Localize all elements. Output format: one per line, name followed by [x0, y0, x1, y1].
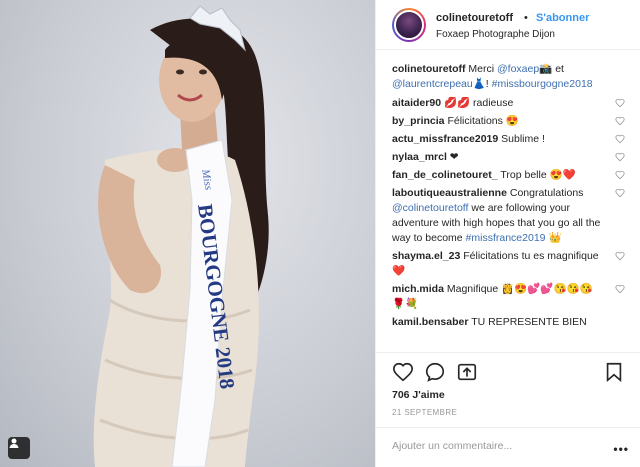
- hashtag-link[interactable]: #missfrance2019: [466, 232, 546, 244]
- post-sidebar: colinetouretoff • S'abonner Foxaep Photo…: [375, 0, 640, 467]
- comment-username[interactable]: shayma.el_23: [392, 250, 460, 262]
- more-options-icon[interactable]: •••: [613, 442, 629, 456]
- comment-item: laboutiqueaustralienne Congratulations @…: [392, 186, 625, 246]
- dress-emoji: 👗: [472, 78, 486, 90]
- action-bar: 706 J'aime 21 SEPTEMBRE •••: [376, 352, 640, 467]
- heart-icon[interactable]: [615, 134, 625, 149]
- likes-count[interactable]: 706 J'aime: [392, 389, 445, 401]
- comment-text: Congratulations: [509, 187, 584, 199]
- caption-text: Merci: [468, 63, 495, 75]
- post-photo[interactable]: BOURGOGNE 2018 Miss: [0, 0, 375, 467]
- comment-username[interactable]: fan_de_colinetouret_: [392, 169, 498, 181]
- header-username[interactable]: colinetouretoff: [436, 12, 513, 24]
- comment-item: nylaa_mrcl ❤: [392, 150, 625, 165]
- comment-text: Trop belle 😍❤️: [500, 169, 576, 181]
- photo-illustration: BOURGOGNE 2018 Miss: [93, 5, 269, 467]
- crown-emoji: 👑: [548, 232, 562, 244]
- comment-item: actu_missfrance2019 Sublime !: [392, 132, 625, 147]
- comment-text: 💋💋 radieuse: [443, 97, 514, 109]
- post-header: colinetouretoff • S'abonner Foxaep Photo…: [376, 0, 640, 50]
- post-date: 21 SEPTEMBRE: [392, 408, 458, 417]
- comment-username[interactable]: aitaider90: [392, 97, 441, 109]
- bookmark-icon[interactable]: [603, 361, 625, 386]
- comment-username[interactable]: mich.mida: [392, 283, 444, 295]
- comment-username[interactable]: nylaa_mrcl: [392, 151, 447, 163]
- comment-text: Félicitations 😍: [447, 115, 519, 127]
- follow-button[interactable]: S'abonner: [536, 12, 589, 24]
- add-comment-row: •••: [376, 427, 640, 467]
- heart-icon[interactable]: [615, 284, 625, 299]
- gallery-icon[interactable]: [8, 437, 30, 459]
- heart-icon[interactable]: [615, 251, 625, 266]
- heart-icon[interactable]: [392, 361, 414, 386]
- comment-username[interactable]: kamil.bensaber: [392, 316, 468, 328]
- comment-text: TU REPRESENTE BIEN: [471, 316, 587, 328]
- hashtag-link[interactable]: #missbourgogne2018: [492, 78, 593, 90]
- location-link[interactable]: Foxaep Photographe Dijon: [436, 29, 555, 40]
- caption-username[interactable]: colinetouretoff: [392, 63, 466, 75]
- camera-emoji: 📸: [539, 63, 553, 75]
- caption: colinetouretoff Merci @foxaep📸 et @laure…: [392, 62, 625, 92]
- heart-icon[interactable]: [615, 170, 625, 185]
- heart-icon[interactable]: [615, 152, 625, 167]
- instagram-post: BOURGOGNE 2018 Miss colinetouretoff • S'…: [0, 0, 640, 467]
- comment-item: kamil.bensaber TU REPRESENTE BIEN: [392, 315, 625, 330]
- comment-item: shayma.el_23 Félicitations tu es magnifi…: [392, 249, 625, 279]
- comment-item: aitaider90 💋💋 radieuse: [392, 96, 625, 111]
- comment-item: by_princia Félicitations 😍: [392, 114, 625, 129]
- avatar[interactable]: [392, 8, 426, 42]
- caption-text: !: [485, 78, 489, 90]
- comment-list: colinetouretoff Merci @foxaep📸 et @laure…: [392, 62, 625, 333]
- comment-text: Sublime !: [501, 133, 545, 145]
- caption-text: et: [555, 63, 564, 75]
- header-separator: •: [524, 12, 528, 24]
- heart-icon[interactable]: [615, 116, 625, 131]
- share-icon[interactable]: [456, 361, 478, 386]
- comment-username[interactable]: actu_missfrance2019: [392, 133, 498, 145]
- comment-item: mich.mida Magnifique 👸😍💕💕😘😘😘🌹💐: [392, 282, 625, 312]
- mention-link[interactable]: @colinetouretoff: [392, 202, 468, 214]
- heart-icon[interactable]: [615, 98, 625, 113]
- heart-icon[interactable]: [615, 188, 625, 203]
- comment-item: fan_de_colinetouret_ Trop belle 😍❤️: [392, 168, 625, 183]
- comment-username[interactable]: by_princia: [392, 115, 445, 127]
- comment-input[interactable]: [392, 440, 592, 452]
- mention-link[interactable]: @laurentcrepeau: [392, 78, 473, 90]
- comment-text: ❤: [449, 151, 459, 163]
- mention-link[interactable]: @foxaep: [497, 63, 539, 75]
- comment-username[interactable]: laboutiqueaustralienne: [392, 187, 507, 199]
- comment-icon[interactable]: [424, 361, 446, 386]
